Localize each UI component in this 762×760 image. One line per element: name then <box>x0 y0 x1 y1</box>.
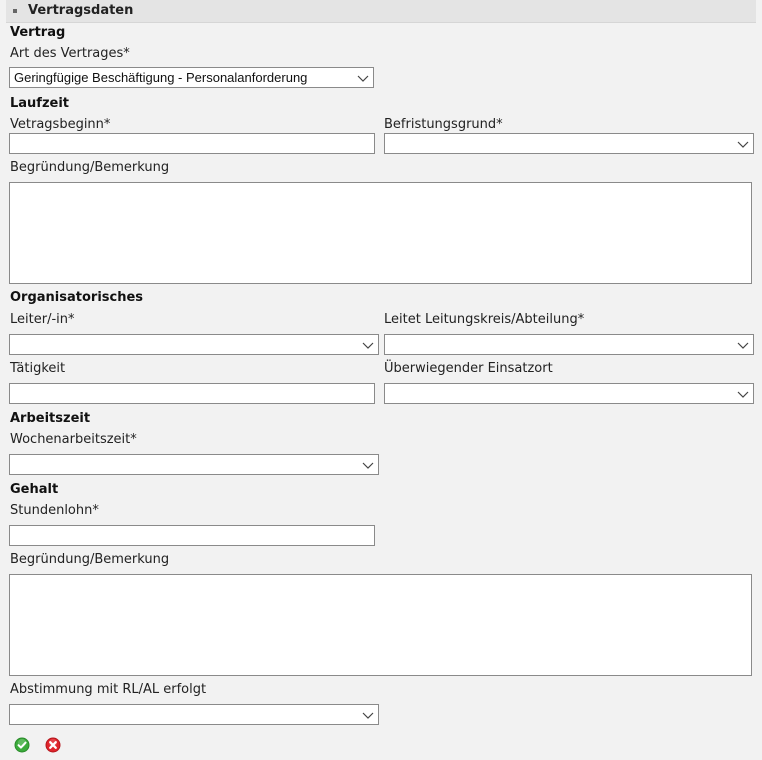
chevron-down-icon <box>737 141 749 148</box>
leitungskreis-select[interactable] <box>384 334 754 355</box>
check-circle-icon[interactable] <box>14 737 30 753</box>
label-leiter: Leiter/-in* <box>10 312 75 327</box>
chevron-down-icon <box>362 462 374 469</box>
panel-title: Vertragsdaten <box>28 3 134 18</box>
art-des-vertrages-select[interactable]: Geringfügige Beschäftigung - Personalanf… <box>9 67 374 88</box>
section-organisatorisches: Organisatorisches <box>10 290 144 305</box>
begruendung-1-textarea[interactable] <box>9 182 752 284</box>
chevron-down-icon <box>362 712 374 719</box>
vertragsbeginn-input[interactable] <box>9 133 375 154</box>
chevron-down-icon <box>737 342 749 349</box>
label-abstimmung: Abstimmung mit RL/AL erfolgt <box>10 682 207 697</box>
wochenarbeitszeit-select[interactable] <box>9 454 379 475</box>
chevron-down-icon <box>362 342 374 349</box>
taetigkeit-input[interactable] <box>9 383 375 404</box>
section-vertrag: Vertrag <box>10 25 66 40</box>
befristungsgrund-select[interactable] <box>384 133 754 154</box>
collapse-bullet-icon[interactable] <box>13 9 17 13</box>
chevron-down-icon <box>737 391 749 398</box>
cancel-circle-icon[interactable] <box>45 737 61 753</box>
label-befristungsgrund: Befristungsgrund* <box>384 117 503 132</box>
abstimmung-select[interactable] <box>9 704 379 725</box>
section-gehalt: Gehalt <box>10 482 59 497</box>
label-begruendung-2: Begründung/Bemerkung <box>10 552 170 567</box>
label-stundenlohn: Stundenlohn* <box>10 503 99 518</box>
label-einsatzort: Überwiegender Einsatzort <box>384 361 553 376</box>
section-arbeitszeit: Arbeitszeit <box>10 411 91 426</box>
label-leitungskreis: Leitet Leitungskreis/Abteilung* <box>384 312 585 327</box>
label-wochenarbeitszeit: Wochenarbeitszeit* <box>10 432 137 447</box>
section-laufzeit: Laufzeit <box>10 96 70 111</box>
label-vertragsbeginn: Vetragsbeginn* <box>10 117 111 132</box>
chevron-down-icon <box>357 75 369 82</box>
label-taetigkeit: Tätigkeit <box>10 361 66 376</box>
stundenlohn-input[interactable] <box>9 525 375 546</box>
leiter-select[interactable] <box>9 334 379 355</box>
label-begruendung-1: Begründung/Bemerkung <box>10 160 170 175</box>
art-des-vertrages-value: Geringfügige Beschäftigung - Personalanf… <box>14 70 308 85</box>
begruendung-2-textarea[interactable] <box>9 574 752 676</box>
label-art-des-vertrages: Art des Vertrages* <box>10 46 130 61</box>
einsatzort-select[interactable] <box>384 383 754 404</box>
